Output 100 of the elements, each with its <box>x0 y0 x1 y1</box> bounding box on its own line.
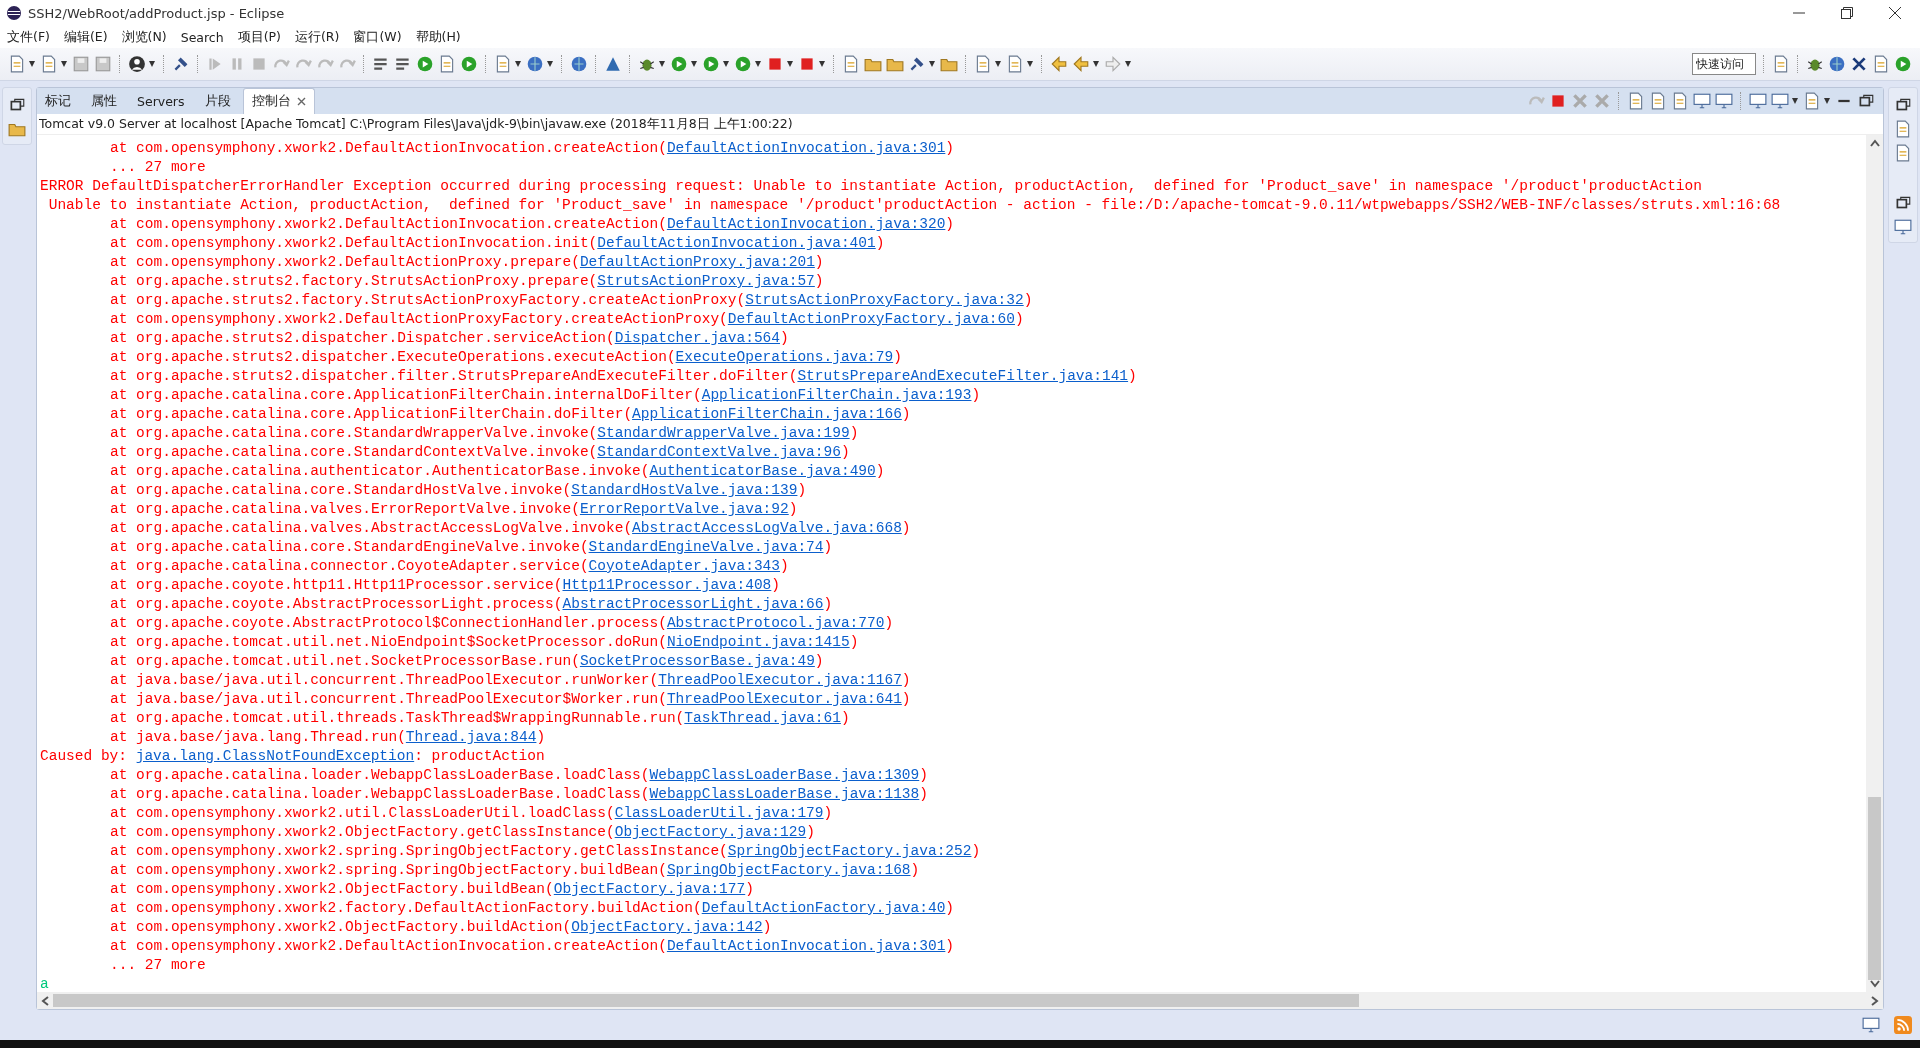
caret-icon[interactable] <box>1124 61 1132 67</box>
source-link[interactable]: java.lang.ClassNotFoundException <box>135 748 415 764</box>
caret-icon[interactable] <box>658 61 666 67</box>
source-link[interactable]: DefaultActionProxy.java:201 <box>579 254 815 270</box>
stop-icon[interactable] <box>766 55 784 73</box>
menu-item[interactable]: 浏览(N) <box>121 28 167 46</box>
caret-icon[interactable] <box>786 61 794 67</box>
caret-icon[interactable] <box>818 61 826 67</box>
source-link[interactable]: TaskThread.java:61 <box>684 710 841 726</box>
source-link[interactable]: ObjectFactory.java:129 <box>614 824 807 840</box>
source-link[interactable]: DefaultActionProxyFactory.java:60 <box>727 311 1015 327</box>
view-tab[interactable]: 属性 <box>83 88 125 114</box>
close-icon[interactable] <box>296 97 306 106</box>
view-tab[interactable]: Servers <box>129 88 193 114</box>
menu-item[interactable]: 编辑(E) <box>63 28 108 46</box>
console-line: at org.apache.catalina.core.StandardContextValve.invoke(StandardContextValve.java:96) <box>109 443 850 462</box>
source-link[interactable]: DefaultActionInvocation.java:320 <box>666 216 946 232</box>
menu-item[interactable]: 项目(P) <box>237 28 281 46</box>
caret-icon[interactable] <box>546 61 554 67</box>
source-link[interactable]: StandardEngineValve.java:74 <box>588 539 824 555</box>
source-link[interactable]: ErrorReportValve.java:92 <box>579 501 789 517</box>
source-link[interactable]: ApplicationFilterChain.java:193 <box>701 387 972 403</box>
notes-icon[interactable] <box>438 55 456 73</box>
menu-item[interactable]: 文件(F) <box>7 28 50 46</box>
xml-icon[interactable] <box>1850 55 1868 73</box>
source-link[interactable]: Thread.java:844 <box>405 729 537 745</box>
source-link[interactable]: AbstractAccessLogValve.java:668 <box>632 520 902 536</box>
caret-icon[interactable] <box>28 61 36 67</box>
vertical-scrollbar[interactable] <box>1866 135 1883 992</box>
source-link[interactable]: ObjectFactory.java:177 <box>553 881 746 897</box>
source-link[interactable]: NioEndpoint.java:1415 <box>666 634 850 650</box>
new-file-icon[interactable] <box>40 55 58 73</box>
source-link[interactable]: Dispatcher.java:564 <box>614 330 780 346</box>
source-link[interactable]: ObjectFactory.java:142 <box>571 919 763 935</box>
source-link[interactable]: ClassLoaderUtil.java:179 <box>614 805 824 821</box>
source-link[interactable]: SpringObjectFactory.java:252 <box>727 843 972 859</box>
source-link[interactable]: StandardWrapperValve.java:199 <box>597 425 850 441</box>
console-line: at org.apache.tomcat.util.threads.TaskThread$WrappingRunnable.run(TaskThread.java:61) <box>109 709 850 728</box>
source-link[interactable]: ThreadPoolExecutor.java:1167 <box>658 672 902 688</box>
caret-icon[interactable] <box>722 61 730 67</box>
console-line: at com.opensymphony.xwork2.DefaultActionInvocation.init(DefaultActionInvocation.java:401) <box>109 234 885 253</box>
scroll-right-icon[interactable] <box>1871 995 1879 1006</box>
quick-access-field[interactable]: 快速访问 <box>1692 53 1756 75</box>
source-link[interactable]: ApplicationFilterChain.java:166 <box>632 406 902 422</box>
source-link[interactable]: AuthenticatorBase.java:490 <box>649 463 876 479</box>
globe-icon[interactable] <box>570 55 588 73</box>
caret-icon[interactable] <box>690 61 698 67</box>
caret-icon[interactable] <box>60 61 68 67</box>
source-link[interactable]: DefaultActionFactory.java:40 <box>701 900 946 916</box>
source-link[interactable]: WebappClassLoaderBase.java:1309 <box>649 767 920 783</box>
outline-icon[interactable] <box>1894 120 1912 138</box>
scroll-left-icon[interactable] <box>41 995 49 1006</box>
caret-icon[interactable] <box>514 61 522 67</box>
caret-icon[interactable] <box>148 61 156 67</box>
scroll-down-icon[interactable] <box>1869 980 1880 988</box>
save-all-icon[interactable] <box>94 55 112 73</box>
source-link[interactable]: StrutsActionProxy.java:57 <box>597 273 815 289</box>
menu-item[interactable]: Search <box>180 29 224 45</box>
menu-item[interactable]: 运行(R) <box>294 28 340 46</box>
source-link[interactable]: ThreadPoolExecutor.java:641 <box>666 691 902 707</box>
stop-icon[interactable] <box>1549 92 1567 110</box>
person-icon[interactable] <box>128 55 146 73</box>
source-link[interactable]: SocketProcessorBase.java:49 <box>579 653 815 669</box>
source-link[interactable]: CoyoteAdapter.java:343 <box>588 558 780 574</box>
view-tab[interactable]: 片段 <box>196 88 239 114</box>
restore-icon[interactable] <box>1840 6 1854 20</box>
scrollbar-thumb[interactable] <box>1868 796 1881 980</box>
source-link[interactable]: AbstractProtocol.java:770 <box>666 615 885 631</box>
caret-icon[interactable] <box>1092 61 1100 67</box>
source-link[interactable]: DefaultActionInvocation.java:401 <box>597 235 876 251</box>
caret-icon[interactable] <box>1791 98 1799 104</box>
caret-icon[interactable] <box>994 61 1002 67</box>
view-tab[interactable]: 标记 <box>37 88 79 114</box>
console-line: at org.apache.tomcat.util.net.SocketProcessorBase.run(SocketProcessorBase.java:49) <box>109 652 824 671</box>
source-link[interactable]: StandardContextValve.java:96 <box>597 444 841 460</box>
source-link[interactable]: StandardHostValve.java:139 <box>571 482 798 498</box>
scrollbar-thumb[interactable] <box>53 994 1360 1007</box>
rss-feed-icon[interactable] <box>1894 1016 1912 1034</box>
caret-icon[interactable] <box>754 61 762 67</box>
menu-item[interactable]: 帮助(H) <box>415 28 461 46</box>
source-link[interactable]: DefaultActionInvocation.java:301 <box>666 938 946 954</box>
scroll-up-icon[interactable] <box>1869 139 1880 147</box>
source-link[interactable]: ExecuteOperations.java:79 <box>675 349 894 365</box>
close-icon[interactable] <box>1888 6 1902 20</box>
caret-icon[interactable] <box>928 61 936 67</box>
source-link[interactable]: StrutsPrepareAndExecuteFilter.java:141 <box>797 368 1129 384</box>
source-link[interactable]: AbstractProcessorLight.java:66 <box>562 596 824 612</box>
caret-icon[interactable] <box>1026 61 1034 67</box>
caret-icon[interactable] <box>1823 98 1831 104</box>
menu-item[interactable]: 窗口(W) <box>353 28 402 46</box>
horizontal-scrollbar[interactable] <box>37 992 1883 1009</box>
console-line: at com.opensymphony.xwork2.spring.SpringObjectFactory.buildBean(SpringObjectFactory.java:168) <box>109 861 920 880</box>
source-link[interactable]: DefaultActionInvocation.java:301 <box>666 140 946 156</box>
source-link[interactable]: StrutsActionProxyFactory.java:32 <box>745 292 1024 308</box>
console-line: at java.base/java.lang.Thread.run(Thread.java:844) <box>109 728 546 747</box>
source-link[interactable]: SpringObjectFactory.java:168 <box>666 862 911 878</box>
source-link[interactable]: WebappClassLoaderBase.java:1138 <box>649 786 920 802</box>
console-line: at com.opensymphony.xwork2.ObjectFactory.buildBean(ObjectFactory.java:177) <box>109 880 754 899</box>
source-link[interactable]: Http11Processor.java:408 <box>562 577 772 593</box>
view-tab[interactable]: 控制台 <box>242 88 315 114</box>
